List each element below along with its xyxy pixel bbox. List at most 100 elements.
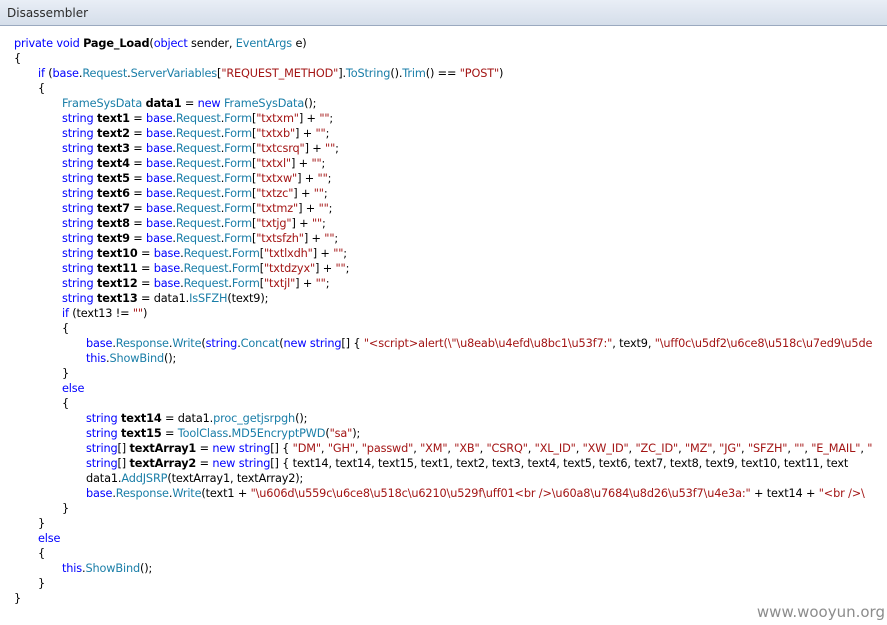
code-line: if (text13 != "") <box>14 306 872 321</box>
code-token: "CSRQ" <box>486 442 528 455</box>
code-line: string text4 = base.Request.Form["txtxl"… <box>14 156 872 171</box>
code-token: string <box>238 457 271 470</box>
code-token: , <box>320 442 328 455</box>
code-token: Response <box>115 337 169 350</box>
code-token: ] + <box>298 112 320 125</box>
code-token: data1 <box>145 97 182 110</box>
code-token: object <box>153 37 188 50</box>
code-token: textArray1 <box>129 442 197 455</box>
code-token: { <box>62 322 70 335</box>
code-line: string text11 = base.Request.Form["txtdz… <box>14 261 872 276</box>
code-token: (text13 != <box>68 307 133 320</box>
code-token: = <box>196 457 213 470</box>
code-token: "E_MAIL" <box>811 442 861 455</box>
code-token: ; <box>334 232 339 245</box>
code-token: Request <box>175 172 221 185</box>
code-token: text12 <box>96 277 138 290</box>
code-token: string <box>62 292 94 305</box>
code-token: Response <box>115 487 169 500</box>
code-token: Request <box>175 157 221 170</box>
code-token: , <box>527 442 535 455</box>
code-token: ( <box>44 67 53 80</box>
code-token: "passwd" <box>361 442 414 455</box>
code-token: "MZ" <box>684 442 713 455</box>
code-listing: private void Page_Load (object sender, Ev… <box>14 36 872 606</box>
code-token: private void <box>14 37 84 50</box>
code-token: "" <box>794 442 805 455</box>
code-token: base <box>146 157 173 170</box>
code-view[interactable]: private void Page_Load (object sender, Ev… <box>0 26 887 625</box>
code-token: ; <box>343 247 347 260</box>
code-line: base.Response.Write(string.Concat(new st… <box>14 336 872 351</box>
code-token: new <box>212 442 236 455</box>
code-token: (text9); <box>227 292 269 305</box>
code-line: string text14 = data1.proc_getjsrpgh(); <box>14 411 872 426</box>
code-token: ; <box>325 277 330 290</box>
code-token: Write <box>172 337 202 350</box>
code-token: "txtjg" <box>256 217 292 230</box>
code-token: = <box>129 112 147 125</box>
code-token: = <box>129 202 147 215</box>
code-token: "txtdzyx" <box>263 262 316 275</box>
code-token: data1. <box>86 472 122 485</box>
code-token: = <box>137 262 154 275</box>
code-token: } <box>62 367 70 380</box>
code-token: (text1 + <box>201 487 251 500</box>
code-token: ShowBind <box>109 352 164 365</box>
code-token: ToolClass <box>177 427 229 440</box>
code-token: else <box>38 532 61 545</box>
code-token: "txtsfzh" <box>256 232 304 245</box>
code-token: Form <box>224 187 252 200</box>
code-token: "\u606d\u559c\u6ce8\u518c\u6210\u529f\uf… <box>250 487 751 500</box>
code-line: { <box>14 321 872 336</box>
code-token: Form <box>224 217 252 230</box>
code-token: Request <box>175 202 221 215</box>
code-token: ] + <box>312 247 334 260</box>
code-token: if <box>38 67 45 80</box>
code-token: "XB" <box>454 442 480 455</box>
code-token: ; <box>323 187 328 200</box>
code-token: ShowBind <box>85 562 140 575</box>
code-token: [] <box>117 442 130 455</box>
code-line: string text12 = base.Request.Form["txtjl… <box>14 276 872 291</box>
code-token: ; <box>335 142 339 155</box>
code-token: { <box>38 547 46 560</box>
code-token: } <box>62 502 70 515</box>
code-token: "REQUEST_METHOD" <box>221 67 339 80</box>
code-token: } <box>38 577 46 590</box>
code-token: = <box>196 442 213 455</box>
code-token: ] + <box>315 262 336 275</box>
code-token: "txtxw" <box>256 172 298 185</box>
code-token: ToString <box>345 67 391 80</box>
code-token: } <box>14 592 22 605</box>
code-token: text2 <box>96 127 130 140</box>
code-line: { <box>14 51 872 66</box>
code-token: " <box>867 442 873 455</box>
code-token: , text9, <box>612 337 655 350</box>
code-token: new <box>197 97 221 110</box>
code-token: new <box>212 457 236 470</box>
code-line: string text3 = base.Request.Form["txtcsr… <box>14 141 872 156</box>
code-token: Request <box>183 247 229 260</box>
code-token: , <box>575 442 583 455</box>
code-token: [] { <box>270 442 293 455</box>
code-token: [] { text14, text14, text15, text1, text… <box>270 457 849 470</box>
code-token: string <box>62 217 94 230</box>
code-token: Write <box>172 487 202 500</box>
code-line: } <box>14 516 872 531</box>
code-line: { <box>14 396 872 411</box>
code-token: Form <box>224 172 252 185</box>
code-token: base <box>153 247 181 260</box>
code-token: else <box>62 382 85 395</box>
code-token: Request <box>183 277 229 290</box>
code-token: AddJSRP <box>121 472 168 485</box>
code-token: sender, <box>187 37 236 50</box>
code-token: Request <box>183 262 229 275</box>
code-token: Form <box>224 127 252 140</box>
code-token: string <box>86 442 118 455</box>
code-token: = <box>181 97 198 110</box>
code-token: string <box>309 337 342 350</box>
code-token: Concat <box>240 337 280 350</box>
code-token: ); <box>352 427 361 440</box>
code-token: Request <box>175 142 221 155</box>
